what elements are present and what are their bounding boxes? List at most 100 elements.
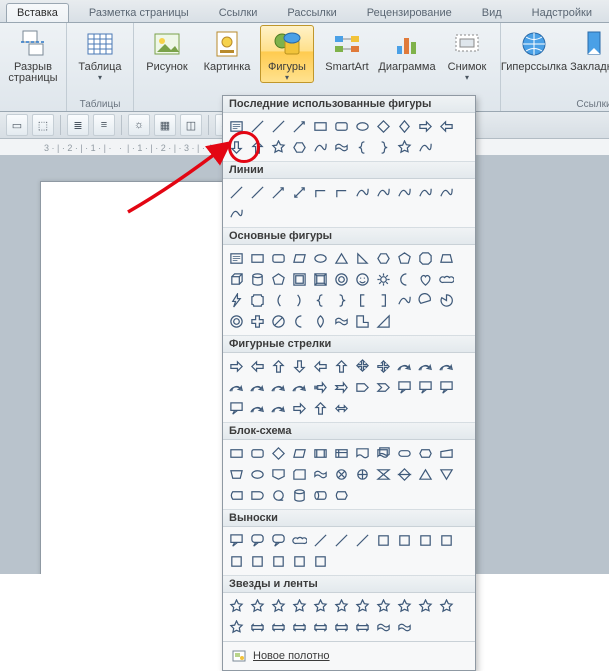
shape-multidoc[interactable] [373,443,394,464]
shape-display[interactable] [331,485,352,506]
shape-arrow-ud[interactable] [331,356,352,377]
shape-block-lr[interactable] [331,398,352,419]
toolbar-btn[interactable]: ≣ [67,114,89,136]
shape-brace-r[interactable] [373,137,394,158]
shape-lbracket[interactable] [352,290,373,311]
shape-donut[interactable] [331,269,352,290]
shape-arrow-lr[interactable] [310,356,331,377]
shape-manual-op[interactable] [226,464,247,485]
shape-star4[interactable] [268,596,289,617]
shape-line2[interactable] [247,182,268,203]
shape-arrow-tri[interactable] [373,356,394,377]
shape-bent-r[interactable] [394,356,415,377]
shape-uturn[interactable] [436,356,457,377]
shape-can[interactable] [247,269,268,290]
shape-border2[interactable] [226,551,247,572]
shape-elbow[interactable] [310,182,331,203]
shape-line[interactable] [226,182,247,203]
picture-button[interactable]: Рисунок [140,25,194,74]
shape-crescent[interactable] [289,311,310,332]
shape-terminator[interactable] [394,443,415,464]
shape-tear[interactable] [310,311,331,332]
shape-chevron[interactable] [373,377,394,398]
shape-star24[interactable] [436,596,457,617]
shape-arrow-u[interactable] [268,356,289,377]
shape-cube[interactable] [226,269,247,290]
toolbar-btn[interactable]: ≡ [93,114,115,136]
shape-text-box[interactable] [226,116,247,137]
tab-надстройки[interactable]: Надстройки [522,4,602,22]
shape-line2[interactable] [268,116,289,137]
shape-no[interactable] [268,311,289,332]
shape-star6[interactable] [310,596,331,617]
shape-wave[interactable] [331,137,352,158]
shape-curved-d[interactable] [289,377,310,398]
shape-wave2[interactable] [331,311,352,332]
shape-alt-process[interactable] [247,443,268,464]
shape-cloud-callout[interactable] [289,530,310,551]
shape-moon[interactable] [394,269,415,290]
shape-star4[interactable] [268,137,289,158]
shape-oval-callout[interactable] [268,530,289,551]
shape-explosion2[interactable] [247,596,268,617]
shape-callout-d[interactable] [226,398,247,419]
shape-ellipse[interactable] [310,248,331,269]
shape-delay[interactable] [247,485,268,506]
shapes-button[interactable]: Фигуры▾ [260,25,314,83]
shape-accent1[interactable] [373,530,394,551]
shape-extract[interactable] [415,464,436,485]
shape-rect-callout[interactable] [226,530,247,551]
shape-pentagon-arrow[interactable] [352,377,373,398]
shape-prep[interactable] [415,443,436,464]
shape-swoosh[interactable] [268,398,289,419]
shape-seq-access[interactable] [268,485,289,506]
shape-accent-border3[interactable] [310,551,331,572]
toolbar-btn[interactable]: ▭ [6,114,28,136]
bookmark-button[interactable]: Закладка [567,25,609,74]
shape-internal[interactable] [331,443,352,464]
hyperlink-button[interactable]: Гиперссылка [507,25,561,74]
shape-manual-input[interactable] [436,443,457,464]
shape-curve3[interactable] [394,182,415,203]
shape-rect[interactable] [247,248,268,269]
shape-merge[interactable] [436,464,457,485]
tab-разметка страницы[interactable]: Разметка страницы [79,4,199,22]
shape-star5[interactable] [289,596,310,617]
shape-ribbon-curved-down[interactable] [310,617,331,638]
toolbar-btn[interactable]: ◫ [180,114,202,136]
shape-pentagon2[interactable] [268,269,289,290]
shape-chord[interactable] [415,290,436,311]
shape-text-box[interactable] [226,248,247,269]
shape-callout-r[interactable] [394,377,415,398]
shape-curved-u[interactable] [268,377,289,398]
shape-junction[interactable] [331,464,352,485]
shape-sun[interactable] [373,269,394,290]
shape-curve2[interactable] [373,182,394,203]
shape-rect[interactable] [310,116,331,137]
shape-arrow-u[interactable] [247,137,268,158]
toolbar-btn[interactable]: ☼ [128,114,150,136]
shape-diag[interactable] [373,311,394,332]
shape-magnetic[interactable] [289,485,310,506]
shape-data[interactable] [289,443,310,464]
shape-kite[interactable] [394,116,415,137]
shape-elbow2[interactable] [331,182,352,203]
shape-heart[interactable] [415,269,436,290]
chart-button[interactable]: Диаграмма [380,25,434,74]
shape-star8[interactable] [352,596,373,617]
shape-hex[interactable] [373,248,394,269]
shape-line[interactable] [247,116,268,137]
shape-round-callout[interactable] [247,530,268,551]
tab-рассылки[interactable]: Рассылки [277,4,346,22]
shape-rbracket[interactable] [373,290,394,311]
shape-ellipse[interactable] [352,116,373,137]
shape-bevel[interactable] [310,269,331,290]
shape-notched[interactable] [331,377,352,398]
shape-bezier[interactable] [415,182,436,203]
shape-connector[interactable] [247,464,268,485]
shape-rparen[interactable] [289,290,310,311]
shape-accent3[interactable] [415,530,436,551]
shape-curve[interactable] [352,182,373,203]
shape-card[interactable] [289,464,310,485]
shape-direct[interactable] [310,485,331,506]
